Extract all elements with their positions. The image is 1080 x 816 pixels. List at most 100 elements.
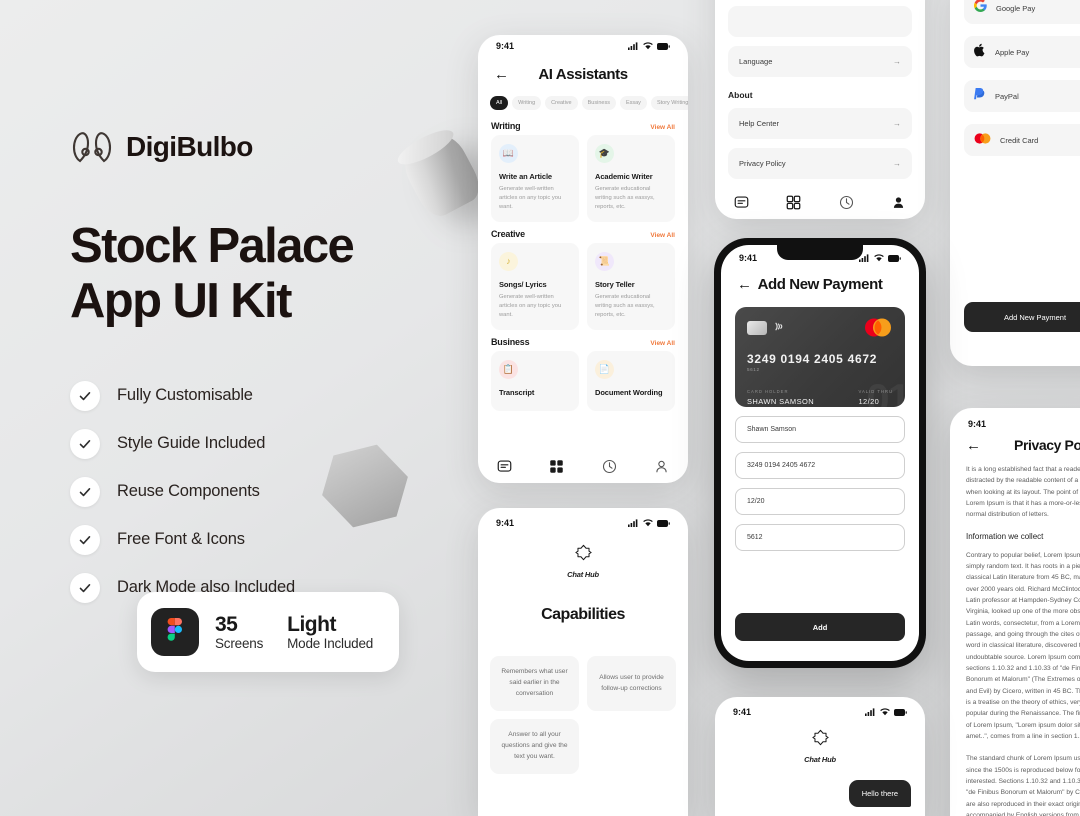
assistant-card[interactable]: 📄 Document Wording [587, 350, 675, 411]
payment-method-paypal[interactable]: PayPal [964, 80, 1080, 112]
tab-history-icon[interactable] [602, 459, 617, 474]
battery-icon [894, 708, 907, 716]
back-arrow-icon[interactable]: ← [966, 438, 984, 453]
bottom-tab-bar [478, 449, 688, 483]
payment-method-credit-card[interactable]: Credit Card [964, 124, 1080, 156]
card-title: Songs/ Lyrics [499, 279, 547, 289]
card-holder-value: SHAWN SAMSON [747, 397, 815, 406]
card-number-input[interactable]: 3249 0194 2405 4672 [735, 452, 905, 479]
check-icon [70, 380, 100, 411]
card-cvv-input[interactable]: 5612 [735, 524, 905, 551]
view-all-link[interactable]: View All [650, 340, 675, 347]
assistant-card[interactable]: ♪ Songs/ Lyrics Generate well-written ar… [491, 242, 579, 330]
battery-icon [657, 519, 670, 527]
card-grid-writing: 📖 Write an Article Generate well-written… [478, 135, 688, 222]
settings-row-partial[interactable] [728, 6, 912, 37]
brand-name: DigiBulbo [126, 131, 253, 162]
card-holder-input[interactable]: Shawn Samson [735, 416, 905, 443]
chip-story-writing[interactable]: Story Writing [650, 96, 688, 110]
payment-method-label: PayPal [995, 91, 1019, 101]
tab-chat-icon[interactable] [497, 459, 512, 474]
section-header-creative: Creative View All [478, 222, 688, 243]
chat-hub-name: Chat Hub [567, 570, 599, 579]
status-bar: 9:41 [478, 508, 688, 530]
settings-row-language[interactable]: Language → [728, 46, 912, 77]
status-icons [859, 254, 901, 262]
arrow-right-icon: → [893, 159, 901, 168]
status-time: 9:41 [733, 707, 752, 717]
assistant-card[interactable]: 📜 Story Teller Generate educational writ… [587, 242, 675, 330]
figma-badge-card: 35 Screens Light Mode Included [137, 592, 399, 672]
chip-all[interactable]: All [490, 96, 509, 110]
settings-row-help-center[interactable]: Help Center → [728, 108, 912, 139]
signal-icon [628, 42, 638, 50]
settings-row-label: Privacy Policy [739, 159, 786, 168]
chat-hub-brand: Chat Hub [478, 544, 688, 579]
assistant-card[interactable]: 📖 Write an Article Generate well-written… [491, 135, 579, 222]
page-title: Stock Palace App UI Kit [70, 219, 470, 329]
chip-writing[interactable]: Writing [512, 96, 542, 110]
add-new-payment-button[interactable]: Add New Payment [964, 302, 1080, 332]
tab-grid-icon[interactable] [786, 195, 801, 210]
card-title: Document Wording [595, 387, 663, 397]
poster-stage: DigiBulbo Stock Palace App UI Kit Fully … [0, 0, 1080, 816]
nav-bar: ← Privacy Policy [950, 430, 1080, 460]
back-arrow-icon[interactable]: ← [737, 277, 755, 292]
screens-count-block: 35 Screens [215, 613, 263, 651]
battery-icon [657, 42, 670, 50]
assistant-card[interactable]: 🎓 Academic Writer Generate educational w… [587, 135, 675, 222]
status-time: 9:41 [496, 41, 515, 51]
settings-group-about: About [728, 90, 753, 100]
wifi-icon [643, 42, 653, 50]
chip-essay[interactable]: Essay [619, 96, 647, 110]
card-title: Write an Article [499, 172, 552, 181]
headline-line-1: Stock Palace [70, 219, 355, 273]
tab-profile-icon[interactable] [891, 195, 906, 210]
card-ghost-number: 01 [866, 375, 905, 407]
nav-bar: ← AI Assistants [478, 57, 688, 91]
list-item: Reuse Components [70, 476, 470, 507]
mastercard-icon [974, 131, 991, 149]
view-all-link[interactable]: View All [650, 124, 675, 131]
feature-label: Reuse Components [117, 482, 260, 501]
screen-payment-methods: Google Pay Apple Pay PayPal Credit Card … [950, 0, 1080, 366]
mastercard-icon [863, 318, 893, 337]
status-time: 9:41 [739, 253, 758, 263]
tab-grid-icon[interactable] [549, 459, 564, 474]
privacy-paragraph-2: The standard chunk of Lorem Ipsum used s… [966, 755, 1080, 816]
transcript-icon: 📋 [499, 359, 518, 379]
card-desc: Generate well-written articles on any to… [499, 186, 562, 210]
tab-history-icon[interactable] [839, 195, 854, 210]
music-icon: ♪ [499, 251, 518, 271]
privacy-body: It is a long established fact that a rea… [950, 460, 1080, 816]
status-icons [865, 708, 907, 716]
tab-profile-icon[interactable] [654, 459, 669, 474]
list-item: Style Guide Included [70, 428, 470, 459]
card-expiry-input[interactable]: 12/20 [735, 488, 905, 515]
apple-icon [974, 43, 986, 62]
back-arrow-icon[interactable]: ← [494, 67, 512, 82]
tab-chat-icon[interactable] [734, 195, 749, 210]
mode-block: Light Mode Included [287, 613, 373, 651]
screen-privacy-policy: 9:41 ← Privacy Policy It is a long estab… [950, 408, 1080, 816]
settings-row-privacy-policy[interactable]: Privacy Policy → [728, 148, 912, 179]
view-all-link[interactable]: View All [650, 232, 675, 239]
payment-method-apple-pay[interactable]: Apple Pay [964, 36, 1080, 68]
mode-label: Mode Included [287, 636, 374, 652]
status-icons [628, 519, 670, 527]
paypal-icon [974, 87, 986, 106]
card-desc: Generate well-written articles on any to… [499, 293, 562, 318]
payment-method-google-pay[interactable]: Google Pay [964, 0, 1080, 24]
add-button[interactable]: Add [735, 613, 905, 641]
chip-business[interactable]: Business [581, 96, 616, 110]
wifi-icon [874, 254, 884, 262]
feature-label: Style Guide Included [117, 434, 266, 453]
document-icon: 📄 [595, 359, 614, 379]
list-item: Fully Customisable [70, 380, 470, 411]
nav-bar: ← Add New Payment [721, 267, 919, 301]
chip-creative[interactable]: Creative [545, 96, 578, 110]
screen-capabilities: 9:41 Chat Hub Capabilities Remembers wha… [478, 508, 688, 816]
figma-icon [151, 608, 199, 656]
settings-row-label: Language [739, 57, 773, 66]
assistant-card[interactable]: 📋 Transcript [491, 350, 579, 411]
